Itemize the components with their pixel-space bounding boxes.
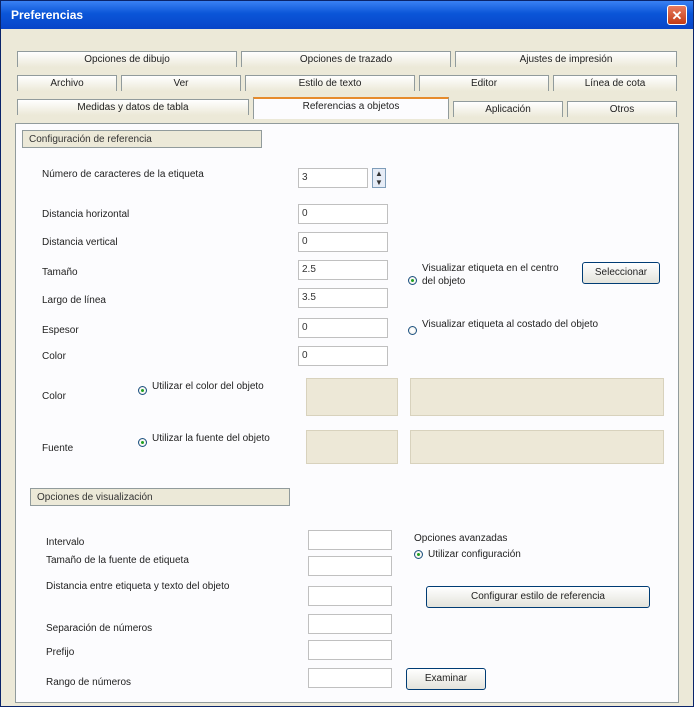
radio-object-color[interactable] — [138, 386, 147, 395]
tab-text-style[interactable]: Estilo de texto — [245, 75, 415, 91]
tab-file[interactable]: Archivo — [17, 75, 117, 91]
label-number-separation: Separación de números — [46, 623, 153, 634]
browse-button[interactable]: Examinar — [406, 668, 486, 690]
number-separation-field[interactable] — [308, 614, 392, 634]
preferences-window: Preferencias ✕ Opciones de dibujo Opcion… — [0, 0, 694, 707]
radio-use-config[interactable] — [414, 550, 423, 559]
vertical-distance-field[interactable]: 0 — [298, 232, 388, 252]
tab-measurements[interactable]: Medidas y datos de tabla — [17, 99, 249, 115]
label-color: Color — [42, 391, 66, 402]
label-number-range: Rango de números — [46, 677, 132, 688]
tab-panel: Configuración de referencia Número de ca… — [15, 123, 679, 703]
window-title: Preferencias — [11, 8, 84, 22]
label-side-label: Visualizar etiqueta al costado del objet… — [422, 319, 599, 330]
horizontal-distance-field[interactable]: 0 — [298, 204, 388, 224]
label-horizontal-distance: Distancia horizontal — [42, 209, 130, 220]
configure-reference-style-button[interactable]: Configurar estilo de referencia — [426, 586, 650, 608]
tab-strip: Opciones de dibujo Opciones de trazado A… — [15, 41, 679, 123]
radio-side-label[interactable] — [408, 326, 417, 335]
label-size: Tamaño — [42, 267, 78, 278]
label-use-config: Utilizar configuración — [428, 549, 521, 560]
tab-view[interactable]: Ver — [121, 75, 241, 91]
label-prefix: Prefijo — [46, 647, 75, 658]
prefix-field[interactable] — [308, 640, 392, 660]
number-range-field[interactable] — [308, 668, 392, 688]
tab-other[interactable]: Otros — [567, 101, 677, 117]
label-font: Fuente — [42, 443, 74, 454]
color-value-field[interactable]: 0 — [298, 346, 388, 366]
tab-dimension-line[interactable]: Línea de cota — [553, 75, 677, 91]
label-font-size-field[interactable] — [308, 556, 392, 576]
font-preview — [306, 430, 398, 464]
label-thickness: Espesor — [42, 325, 79, 336]
interval-field[interactable] — [308, 530, 392, 550]
line-length-field[interactable]: 3.5 — [298, 288, 388, 308]
label-object-color: Utilizar el color del objeto — [152, 381, 264, 392]
label-color-value: Color — [42, 351, 66, 362]
label-char-count: Número de caracteres de la etiqueta — [42, 169, 204, 180]
group-reference-settings-header: Configuración de referencia — [22, 130, 262, 148]
tab-editor[interactable]: Editor — [419, 75, 549, 91]
label-label-font-size: Tamaño de la fuente de etiqueta — [46, 555, 189, 566]
spinner-icon[interactable]: ▲ ▼ — [372, 168, 386, 188]
tab-plot-options[interactable]: Opciones de trazado — [241, 51, 451, 67]
label-center-label: Visualizar etiqueta en el centro del obj… — [422, 263, 559, 287]
char-count-field[interactable]: 3 — [298, 168, 368, 188]
label-vertical-distance: Distancia vertical — [42, 237, 118, 248]
tab-application[interactable]: Aplicación — [453, 101, 563, 117]
tab-drawing-options[interactable]: Opciones de dibujo — [17, 51, 237, 67]
label-object-font: Utilizar la fuente del objeto — [152, 433, 270, 444]
color-preview — [306, 378, 398, 416]
select-button[interactable]: Seleccionar — [582, 262, 660, 284]
font-sample-area — [410, 430, 664, 464]
advanced-options-title: Opciones avanzadas — [414, 533, 508, 544]
radio-object-font[interactable] — [138, 438, 147, 447]
color-swatch-area — [410, 378, 664, 416]
radio-center-label[interactable] — [408, 276, 417, 285]
group-display-options-header: Opciones de visualización — [30, 488, 290, 506]
label-interval: Intervalo — [46, 537, 85, 548]
tab-object-references[interactable]: Referencias a objetos — [253, 97, 449, 119]
title-bar[interactable]: Preferencias ✕ — [1, 1, 693, 29]
label-label-text-distance: Distancia entre etiqueta y texto del obj… — [46, 581, 230, 592]
label-text-distance-field[interactable] — [308, 586, 392, 606]
label-line-length: Largo de línea — [42, 295, 106, 306]
close-icon[interactable]: ✕ — [667, 5, 687, 25]
size-field[interactable]: 2.5 — [298, 260, 388, 280]
thickness-field[interactable]: 0 — [298, 318, 388, 338]
tab-print-settings[interactable]: Ajustes de impresión — [455, 51, 677, 67]
